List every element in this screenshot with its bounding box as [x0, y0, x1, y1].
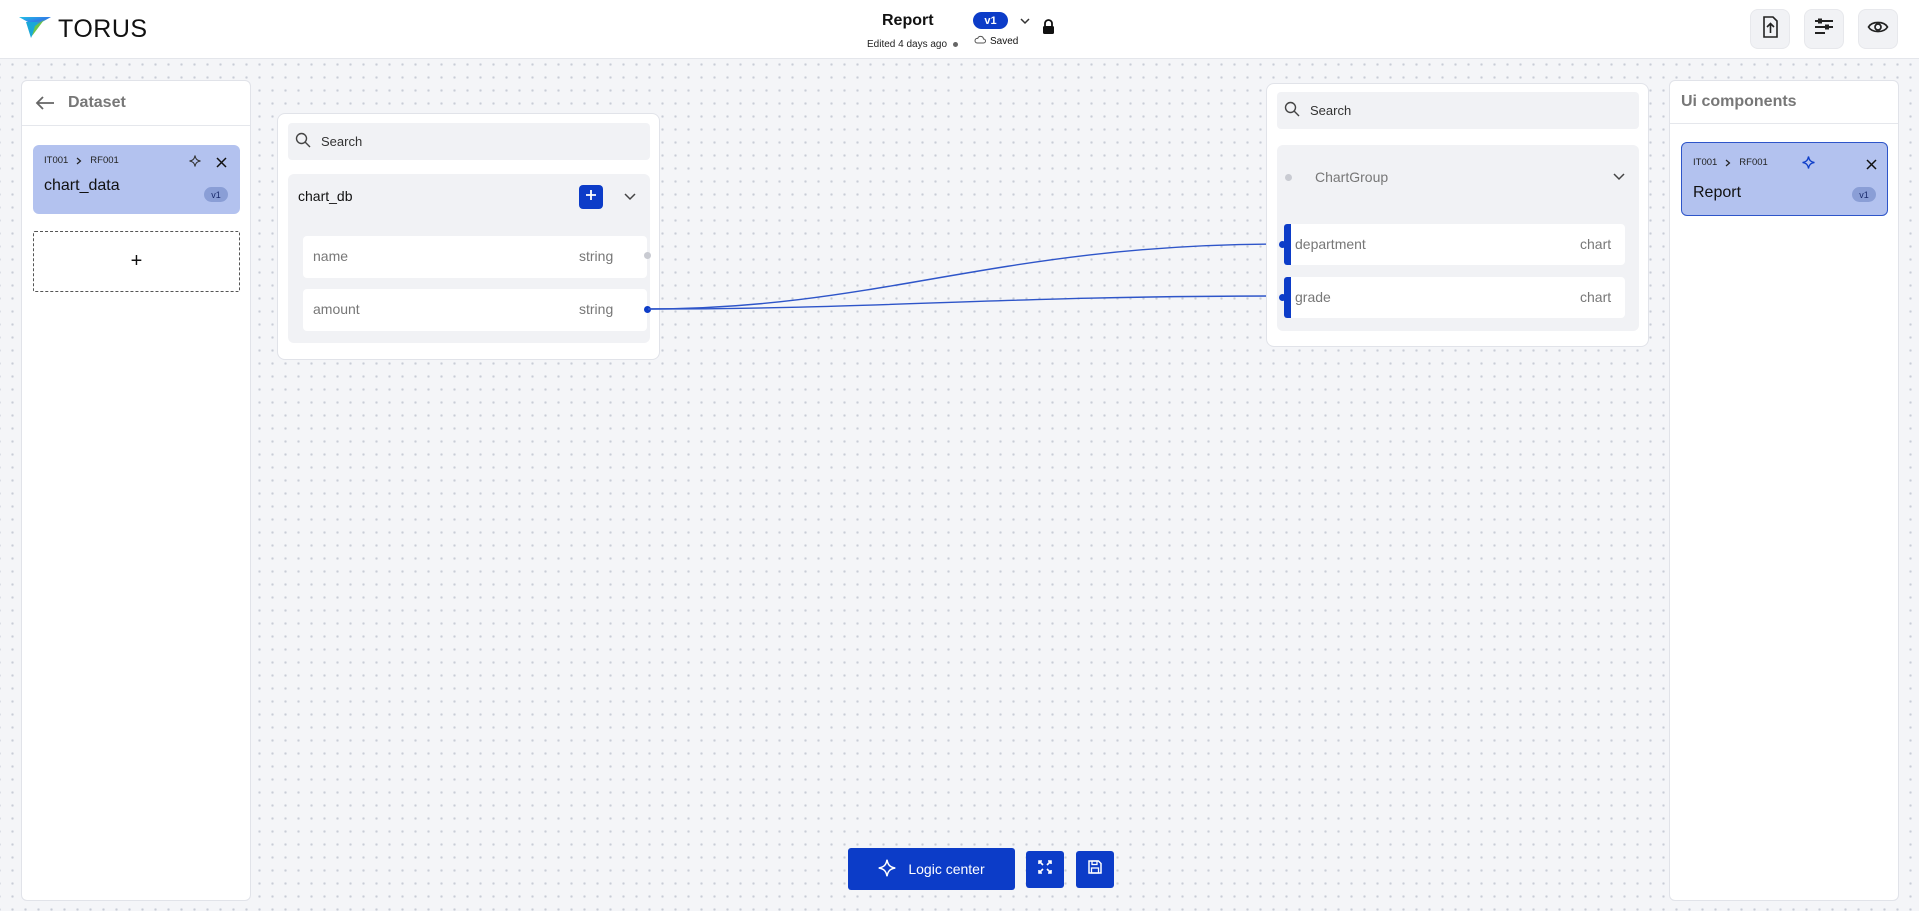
- field-name: grade: [1295, 289, 1331, 305]
- field-name: amount: [313, 301, 360, 317]
- target-node[interactable]: Search ChartGroup department chart grade…: [1266, 83, 1649, 347]
- dataset-panel: Dataset IT001 RF001 chart_data v1 +: [21, 80, 251, 901]
- eye-icon: [1867, 19, 1889, 40]
- component-name: Report: [1693, 184, 1742, 201]
- dataset-panel-header: Dataset: [22, 81, 250, 126]
- sparkle-icon: [878, 859, 896, 880]
- connection-line[interactable]: [647, 243, 1283, 310]
- add-dataset-button[interactable]: +: [33, 231, 240, 292]
- ui-components-panel: Ui components IT001 RF001 Report v1: [1669, 80, 1899, 901]
- sliders-icon: [1813, 17, 1835, 42]
- plus-icon: [585, 188, 597, 206]
- save-button[interactable]: [1076, 851, 1114, 888]
- logo-icon: [18, 14, 52, 45]
- chevron-right-icon: [76, 157, 82, 164]
- filter-button[interactable]: [1804, 9, 1844, 49]
- field-handle[interactable]: [1279, 241, 1286, 248]
- target-search[interactable]: Search: [1277, 92, 1639, 129]
- field-name: department: [1295, 236, 1366, 252]
- save-status: Saved: [974, 35, 1018, 48]
- source-node[interactable]: Search chart_db name string amount strin…: [277, 113, 660, 360]
- breadcrumb-item: IT001: [44, 155, 69, 166]
- search-placeholder: Search: [1310, 103, 1352, 118]
- separator-dot: [953, 42, 959, 47]
- chevron-down-icon[interactable]: [623, 190, 637, 208]
- version-badge: v1: [204, 187, 228, 202]
- lock-icon[interactable]: [1042, 19, 1055, 40]
- field-name: name: [313, 248, 349, 264]
- source-search[interactable]: Search: [288, 123, 650, 160]
- expand-icon: [1037, 859, 1053, 880]
- back-arrow-icon[interactable]: [35, 95, 55, 111]
- panel-title: Ui components: [1681, 93, 1797, 110]
- field-handle[interactable]: [1279, 294, 1286, 301]
- field-handle[interactable]: [644, 306, 651, 313]
- field-type: string: [579, 301, 614, 317]
- dataset-name: chart_data: [44, 177, 120, 194]
- connection-line[interactable]: [647, 295, 1283, 310]
- fit-view-button[interactable]: [1026, 851, 1064, 888]
- field-row[interactable]: grade chart: [1284, 277, 1625, 318]
- field-type: chart: [1580, 289, 1612, 305]
- field-row[interactable]: amount string: [303, 289, 647, 331]
- breadcrumb: IT001 RF001: [1693, 157, 1768, 168]
- source-group: chart_db name string amount string: [288, 174, 650, 343]
- field-handle[interactable]: [644, 252, 651, 259]
- brand-name: TORUS: [58, 15, 148, 43]
- field-type: chart: [1580, 236, 1612, 252]
- ui-component-item[interactable]: IT001 RF001 Report v1: [1681, 142, 1888, 216]
- field-type: string: [579, 248, 614, 264]
- close-icon[interactable]: [216, 155, 227, 173]
- close-icon[interactable]: [1866, 157, 1877, 175]
- version-badge: v1: [1852, 187, 1876, 202]
- target-group: ChartGroup department chart grade chart: [1277, 145, 1639, 331]
- search-icon: [1284, 101, 1300, 120]
- document-title: Report: [882, 12, 934, 29]
- chevron-down-icon[interactable]: [1019, 14, 1031, 32]
- search-placeholder: Search: [321, 134, 363, 149]
- add-field-button[interactable]: [579, 185, 603, 209]
- upload-icon: [1760, 15, 1780, 43]
- ui-panel-header: Ui components: [1670, 81, 1898, 124]
- breadcrumb: IT001 RF001: [44, 155, 119, 166]
- group-name: chart_db: [298, 188, 353, 204]
- field-row[interactable]: name string: [303, 236, 647, 278]
- chevron-right-icon: [1725, 159, 1731, 166]
- preview-button[interactable]: [1858, 9, 1898, 49]
- edited-info: Edited 4 days ago: [867, 39, 959, 50]
- version-badge[interactable]: v1: [973, 12, 1008, 29]
- breadcrumb-item: RF001: [90, 155, 119, 166]
- top-bar: TORUS Report Edited 4 days ago v1 Saved: [0, 0, 1919, 59]
- dataset-item[interactable]: IT001 RF001 chart_data v1: [33, 145, 240, 214]
- sparkle-icon[interactable]: [189, 154, 201, 172]
- saved-text: Saved: [990, 36, 1019, 47]
- breadcrumb-item: IT001: [1693, 157, 1718, 168]
- publish-button[interactable]: [1750, 9, 1790, 49]
- edited-text: Edited 4 days ago: [867, 39, 948, 50]
- search-icon: [295, 132, 311, 151]
- chevron-down-icon[interactable]: [1612, 170, 1626, 188]
- field-row[interactable]: department chart: [1284, 224, 1625, 265]
- sparkle-icon[interactable]: [1802, 156, 1815, 174]
- logo[interactable]: TORUS: [18, 14, 148, 45]
- cloud-icon: [974, 35, 986, 48]
- breadcrumb-item: RF001: [1739, 157, 1768, 168]
- save-icon: [1087, 859, 1103, 880]
- logic-center-label: Logic center: [908, 861, 985, 877]
- logic-center-button[interactable]: Logic center: [848, 848, 1015, 890]
- panel-title: Dataset: [68, 94, 126, 111]
- group-name: ChartGroup: [1315, 169, 1389, 185]
- group-handle[interactable]: [1285, 174, 1292, 181]
